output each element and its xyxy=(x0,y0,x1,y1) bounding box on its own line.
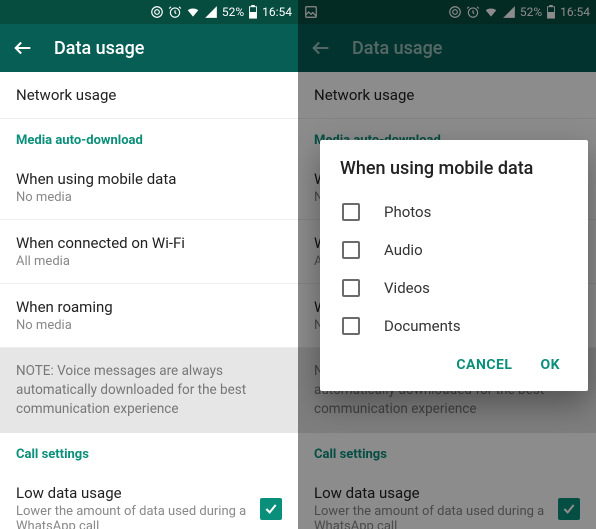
option-label: Audio xyxy=(384,241,423,259)
option-audio[interactable]: Audio xyxy=(340,231,568,269)
battery-text: 52% xyxy=(222,5,244,19)
roaming-item[interactable]: When roaming No media xyxy=(0,284,298,348)
option-photos[interactable]: Photos xyxy=(340,193,568,231)
roaming-title: When roaming xyxy=(16,298,282,316)
option-label: Documents xyxy=(384,317,461,335)
network-usage-label: Network usage xyxy=(16,86,282,104)
ok-button[interactable]: OK xyxy=(540,357,560,373)
settings-list: Network usage Media auto-download When u… xyxy=(0,72,298,529)
dialog-actions: CANCEL OK xyxy=(340,345,568,385)
low-data-checkbox[interactable] xyxy=(260,498,282,520)
check-icon xyxy=(263,501,279,517)
low-data-sub: Lower the amount of data used during a W… xyxy=(16,504,250,529)
wifi-sub: All media xyxy=(16,254,282,269)
roaming-sub: No media xyxy=(16,318,282,333)
network-usage-item[interactable]: Network usage xyxy=(0,72,298,119)
cancel-button[interactable]: CANCEL xyxy=(456,357,512,373)
dialog-title: When using mobile data xyxy=(340,158,568,179)
mobile-data-dialog: When using mobile data Photos Audio Vide… xyxy=(320,140,588,391)
wifi-item[interactable]: When connected on Wi-Fi All media xyxy=(0,220,298,284)
mobile-data-item[interactable]: When using mobile data No media xyxy=(0,156,298,220)
checkbox-icon xyxy=(342,241,360,259)
screen-left: 52% 16:54 Data usage Network usage Media… xyxy=(0,0,298,529)
mobile-data-sub: No media xyxy=(16,190,282,205)
option-label: Photos xyxy=(384,203,431,221)
cast-icon xyxy=(150,5,164,19)
wifi-icon xyxy=(186,5,200,19)
page-title: Data usage xyxy=(54,38,144,59)
back-icon[interactable] xyxy=(12,37,34,59)
signal-icon xyxy=(204,5,218,19)
alarm-icon xyxy=(168,5,182,19)
section-media-autodownload: Media auto-download xyxy=(0,119,298,156)
battery-icon xyxy=(248,5,258,19)
option-videos[interactable]: Videos xyxy=(340,269,568,307)
option-label: Videos xyxy=(384,279,430,297)
checkbox-icon xyxy=(342,203,360,221)
voice-note: NOTE: Voice messages are always automati… xyxy=(0,348,298,433)
section-call-settings: Call settings xyxy=(0,433,298,470)
wifi-title: When connected on Wi-Fi xyxy=(16,234,282,252)
app-bar: Data usage xyxy=(0,24,298,72)
clock-text: 16:54 xyxy=(262,5,292,19)
checkbox-icon xyxy=(342,317,360,335)
status-bar: 52% 16:54 xyxy=(0,0,298,24)
screen-right: 52% 16:54 Data usage Network usage Media… xyxy=(298,0,596,529)
low-data-title: Low data usage xyxy=(16,484,250,502)
option-documents[interactable]: Documents xyxy=(340,307,568,345)
mobile-data-title: When using mobile data xyxy=(16,170,282,188)
low-data-item[interactable]: Low data usage Lower the amount of data … xyxy=(0,470,298,529)
checkbox-icon xyxy=(342,279,360,297)
